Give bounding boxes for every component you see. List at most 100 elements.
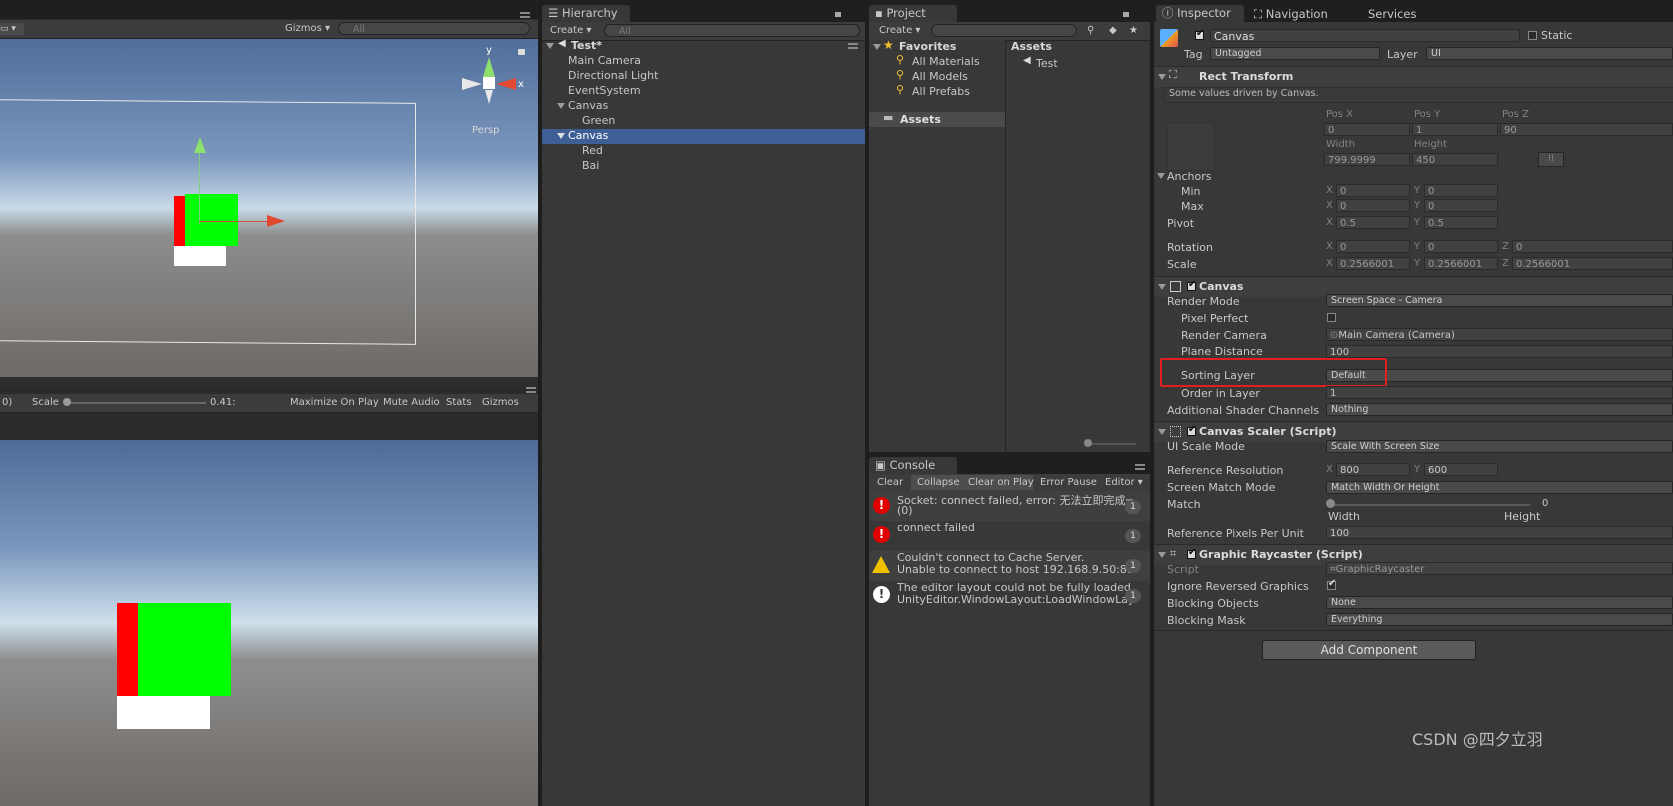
project-search-input[interactable] <box>931 24 1077 37</box>
collapse-button[interactable]: Collapse <box>917 476 960 490</box>
editor-dropdown[interactable]: Editor ▾ <box>1105 476 1143 490</box>
tab-hierarchy[interactable]: ☰ Hierarchy <box>542 5 630 22</box>
lock-icon[interactable] <box>835 12 841 17</box>
hierarchy-item-canvas-1[interactable]: Canvas <box>568 99 608 112</box>
console-log-entry[interactable]: ! Socket: connect failed, error: 无法立即完成一… <box>869 491 1150 521</box>
posy-field[interactable]: 1 <box>1412 123 1498 136</box>
gizmos-button[interactable]: Gizmos <box>482 396 519 410</box>
tab-navigation[interactable]: ⛶ Navigation <box>1254 7 1328 22</box>
expand-arrow-icon[interactable] <box>557 133 565 139</box>
screen-match-mode-dropdown[interactable]: Match Width Or Height <box>1326 481 1673 494</box>
asset-zoom-thumb[interactable] <box>1084 439 1092 447</box>
clear-button[interactable]: Clear <box>877 476 903 490</box>
tab-services[interactable]: Services <box>1368 7 1417 21</box>
expand-arrow-icon[interactable] <box>546 43 554 49</box>
hierarchy-item-main-camera[interactable]: Main Camera <box>568 54 641 67</box>
anchor-max-y-field[interactable]: 0 <box>1424 199 1498 212</box>
height-field[interactable]: 450 <box>1412 153 1498 166</box>
scale-y-field[interactable]: 0.2566001 <box>1424 257 1498 270</box>
plane-distance-field[interactable]: 100 <box>1326 345 1673 358</box>
tab-inspector[interactable]: ⓘ Inspector <box>1156 5 1244 22</box>
gizmo-y-axis[interactable] <box>199 144 200 224</box>
console-log-entry[interactable]: ! connect failed 1 <box>869 521 1150 551</box>
anchor-preset-button[interactable] <box>1167 123 1215 171</box>
scene-viewport[interactable]: y x Persp <box>0 39 538 377</box>
favorite-all-models[interactable]: All Models <box>912 70 968 83</box>
hierarchy-search-input[interactable]: All <box>604 24 860 37</box>
favorite-all-prefabs[interactable]: All Prefabs <box>912 85 970 98</box>
object-name-input[interactable]: Canvas <box>1210 29 1520 42</box>
stats-button[interactable]: Stats <box>446 396 472 410</box>
gizmo-y-arrow-icon[interactable] <box>194 137 206 153</box>
scale-x-field[interactable]: 0.2566001 <box>1336 257 1410 270</box>
display-dropdown[interactable]: 0) <box>2 396 12 410</box>
rect-transform-header[interactable]: ⛶ Rect Transform <box>1154 66 1673 87</box>
tab-project[interactable]: ▪ Project <box>869 5 957 22</box>
maximize-on-play-button[interactable]: Maximize On Play <box>290 396 379 410</box>
shader-channels-dropdown[interactable]: Nothing <box>1326 403 1673 416</box>
mute-audio-button[interactable]: Mute Audio <box>383 396 440 410</box>
hierarchy-item-eventsystem[interactable]: EventSystem <box>568 84 641 97</box>
asset-item-test[interactable]: Test <box>1036 57 1058 70</box>
expand-arrow-icon[interactable] <box>873 44 881 50</box>
add-component-button[interactable]: Add Component <box>1262 640 1476 660</box>
filter-label-icon[interactable]: ◆ <box>1109 24 1117 38</box>
expand-arrow-icon[interactable] <box>1157 173 1165 179</box>
asset-zoom-slider[interactable] <box>1086 443 1136 445</box>
scene-search-input[interactable]: All <box>338 22 530 35</box>
menu-icon[interactable] <box>1135 464 1145 470</box>
favorite-all-materials[interactable]: All Materials <box>912 55 980 68</box>
match-slider-track[interactable] <box>1330 504 1530 506</box>
shading-dropdown[interactable]: ▭ ▾ <box>0 23 24 35</box>
hierarchy-item-bai[interactable]: Bai <box>582 159 599 172</box>
hierarchy-item-green[interactable]: Green <box>582 114 615 127</box>
gizmo-x-arrow-icon[interactable] <box>267 215 285 227</box>
anchor-min-x-field[interactable]: 0 <box>1336 184 1410 197</box>
console-log-entry[interactable]: Couldn't connect to Cache Server. Unable… <box>869 551 1150 581</box>
canvas-scaler-header[interactable]: ✔ Canvas Scaler (Script) <box>1154 421 1673 442</box>
rotation-z-field[interactable]: 0 <box>1512 240 1673 253</box>
match-value[interactable]: 0 <box>1542 498 1548 509</box>
blocking-objects-dropdown[interactable]: None <box>1326 596 1673 609</box>
white-image[interactable] <box>174 246 226 266</box>
persp-label[interactable]: Persp <box>472 125 500 136</box>
expand-arrow-icon[interactable] <box>557 103 565 109</box>
posz-field[interactable]: 90 <box>1500 123 1673 136</box>
anchor-max-x-field[interactable]: 0 <box>1336 199 1410 212</box>
menu-icon[interactable] <box>520 12 530 18</box>
anchor-min-y-field[interactable]: 0 <box>1424 184 1498 197</box>
expand-arrow-icon[interactable] <box>1158 74 1166 80</box>
hierarchy-item-red[interactable]: Red <box>582 144 603 157</box>
clear-on-play-button[interactable]: Clear on Play <box>968 476 1034 490</box>
game-viewport[interactable] <box>0 440 538 806</box>
pivot-y-field[interactable]: 0.5 <box>1424 216 1498 229</box>
ui-scale-mode-dropdown[interactable]: Scale With Screen Size <box>1326 440 1673 453</box>
menu-icon[interactable] <box>526 387 536 393</box>
create-button[interactable]: Create ▾ <box>879 24 920 38</box>
render-camera-field[interactable]: ⊙Main Camera (Camera) <box>1326 328 1673 341</box>
hierarchy-item-directional-light[interactable]: Directional Light <box>568 69 658 82</box>
gizmos-button[interactable]: Gizmos ▾ <box>285 22 330 36</box>
render-mode-dropdown[interactable]: Screen Space - Camera <box>1326 294 1673 307</box>
match-slider-thumb[interactable] <box>1326 499 1335 508</box>
expand-arrow-icon[interactable] <box>1158 284 1166 290</box>
create-button[interactable]: Create ▾ <box>550 24 591 38</box>
reference-resolution-y[interactable]: 600 <box>1424 463 1498 476</box>
assets-folder-row[interactable]: ▬ Assets <box>869 111 1005 127</box>
pixels-per-unit-field[interactable]: 100 <box>1326 526 1673 539</box>
static-checkbox[interactable] <box>1528 31 1537 40</box>
rotation-x-field[interactable]: 0 <box>1336 240 1410 253</box>
lock-icon[interactable] <box>518 49 525 55</box>
green-image[interactable] <box>185 194 238 246</box>
blocking-mask-dropdown[interactable]: Everything <box>1326 613 1673 626</box>
width-field[interactable]: 799.9999 <box>1324 153 1410 166</box>
expand-arrow-icon[interactable] <box>1158 429 1166 435</box>
error-pause-button[interactable]: Error Pause <box>1040 476 1097 490</box>
expand-arrow-icon[interactable] <box>1158 552 1166 558</box>
lock-icon[interactable] <box>1123 12 1129 17</box>
tag-dropdown[interactable]: Untagged <box>1210 47 1380 60</box>
filter-type-icon[interactable]: ⚲ <box>1087 24 1094 38</box>
pivot-x-field[interactable]: 0.5 <box>1336 216 1410 229</box>
scale-z-field[interactable]: 0.2566001 <box>1512 257 1673 270</box>
order-in-layer-field[interactable]: 1 <box>1326 386 1673 399</box>
